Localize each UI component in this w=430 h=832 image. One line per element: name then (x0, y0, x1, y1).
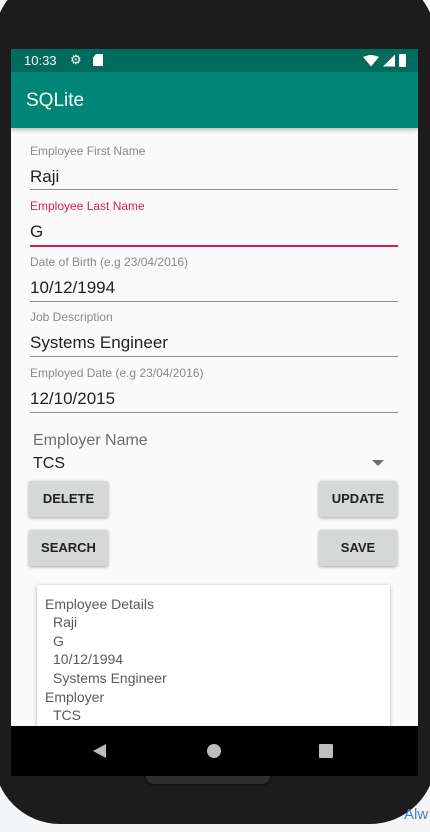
gear-icon: ⚙ (70, 52, 82, 67)
device-screen: 10:33 ⚙ SQLite Employee First Name Raji … (11, 49, 418, 776)
first-name-label: Employee First Name (30, 144, 146, 158)
employer-spinner[interactable]: TCS (33, 455, 65, 473)
first-name-field[interactable]: Raji (30, 167, 59, 187)
last-name-label: Employee Last Name (30, 199, 145, 213)
battery-icon (399, 54, 406, 67)
job-description-underline (30, 356, 398, 357)
first-name-underline (30, 189, 398, 190)
employer-label: Employer Name (33, 432, 148, 449)
search-button[interactable]: SEARCH (29, 530, 108, 566)
dropdown-arrow-icon[interactable] (372, 460, 384, 466)
status-time: 10:33 (24, 53, 57, 68)
details-dob: 10/12/1994 (53, 651, 124, 667)
employed-date-label: Employed Date (e.g 23/04/2016) (30, 366, 204, 380)
employed-date-underline (30, 412, 398, 413)
app-title: SQLite (26, 90, 85, 111)
details-job: Systems Engineer (53, 670, 167, 686)
navigation-bar (11, 726, 418, 776)
dob-label: Date of Birth (e.g 23/04/2016) (30, 255, 189, 269)
dob-field[interactable]: 10/12/1994 (30, 278, 115, 298)
update-button[interactable]: UPDATE (319, 481, 397, 517)
details-employer-heading: Employer (45, 689, 105, 705)
back-icon[interactable] (93, 744, 106, 758)
wifi-icon (363, 54, 379, 67)
details-heading: Employee Details (45, 596, 154, 612)
save-button[interactable]: SAVE (319, 530, 397, 566)
app-bar: SQLite (11, 72, 418, 128)
delete-button[interactable]: DELETE (29, 481, 108, 517)
status-bar: 10:33 ⚙ (11, 49, 418, 72)
job-description-field[interactable]: Systems Engineer (30, 333, 168, 353)
recents-icon[interactable] (319, 744, 333, 758)
job-description-label: Job Description (30, 310, 113, 324)
employed-date-field[interactable]: 12/10/2015 (30, 389, 115, 409)
sd-card-icon (93, 54, 103, 66)
details-employer: TCS (53, 707, 81, 723)
background-text: Alw (404, 806, 429, 823)
home-icon[interactable] (207, 744, 221, 758)
dob-underline (30, 301, 398, 302)
last-name-underline (30, 245, 398, 247)
details-first-name: Raji (53, 614, 78, 630)
status-icons (363, 54, 406, 67)
last-name-field[interactable]: G (30, 222, 43, 242)
cell-signal-icon (383, 54, 395, 67)
details-last-name: G (53, 633, 64, 649)
